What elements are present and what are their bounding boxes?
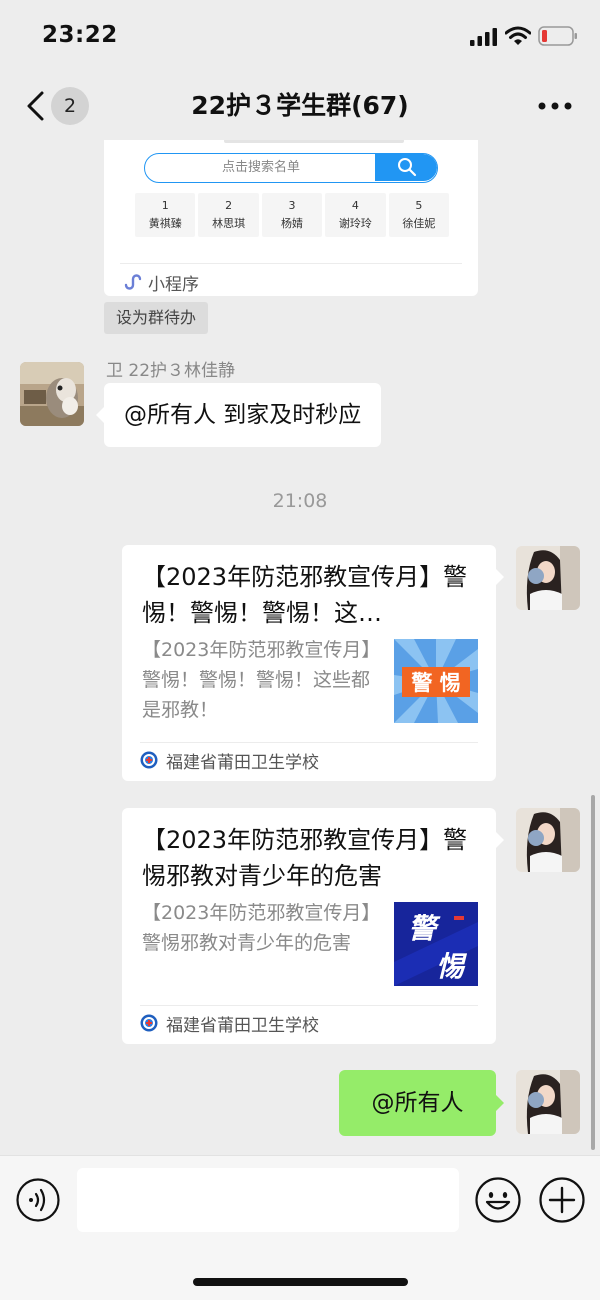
article-title: 【2023年防范邪教宣传月】警惕！警惕！警惕！这…: [142, 563, 468, 627]
chat-title: 22护３学生群(67): [191, 91, 409, 120]
article-thumbnail: 警 惕: [394, 902, 478, 986]
school-logo-icon: [140, 1014, 158, 1032]
article-card[interactable]: 【2023年防范邪教宣传月】警惕邪教对青少年的危害 【2023年防范邪教宣传月】…: [122, 808, 504, 1044]
article-source-name: 福建省莆田卫生学校: [166, 752, 319, 773]
article-card[interactable]: 【2023年防范邪教宣传月】警惕！警惕！警惕！这… 【2023年防范邪教宣传月】…: [122, 545, 504, 781]
mini-program-card[interactable]: 点击搜索名单 1 黄祺臻 2 林思琪 3 杨婧 4 谢玲玲 5 徐佳妮 小程序: [104, 140, 478, 296]
status-time: 23:22: [42, 22, 118, 48]
emoji-icon[interactable]: [475, 1177, 521, 1223]
article-source: 福建省莆田卫生学校: [140, 1010, 319, 1036]
article-source-name: 福建省莆田卫生学校: [166, 1015, 319, 1036]
article-source: 福建省莆田卫生学校: [140, 747, 319, 773]
article-description: 【2023年防范邪教宣传月】警惕邪教对青少年的危害: [142, 902, 371, 954]
name-list-item[interactable]: 1 黄祺臻: [135, 193, 196, 237]
voice-input-icon[interactable]: [16, 1178, 60, 1222]
home-indicator[interactable]: [193, 1278, 408, 1286]
mini-program-name-list: 1 黄祺臻 2 林思琪 3 杨婧 4 谢玲玲 5 徐佳妮: [135, 193, 450, 237]
name-list-name: 谢玲玲: [338, 217, 372, 230]
name-list-item[interactable]: 4 谢玲玲: [325, 193, 386, 237]
chat-scrollbar[interactable]: [591, 795, 595, 1150]
sender-avatar[interactable]: [20, 362, 84, 426]
mini-program-search-button[interactable]: [375, 154, 437, 181]
mini-program-label: 小程序: [148, 274, 199, 295]
article-thumbnail: 警 惕: [394, 639, 478, 723]
status-bar: 23:22: [0, 0, 600, 72]
search-icon: [398, 158, 417, 177]
battery-low-icon: [538, 26, 577, 46]
chat-message-list[interactable]: 点击搜索名单 1 黄祺臻 2 林思琪 3 杨婧 4 谢玲玲 5 徐佳妮 小程序 …: [0, 140, 600, 1155]
my-avatar[interactable]: [516, 1070, 580, 1134]
time-divider: 21:08: [272, 490, 328, 512]
name-list-name: 林思琪: [212, 217, 246, 230]
article-description: 【2023年防范邪教宣传月】警惕！警惕！警惕！这些都是邪教！: [142, 639, 371, 721]
divider: [120, 263, 462, 264]
set-group-todo-button[interactable]: 设为群待办: [104, 302, 209, 334]
name-list-name: 杨婧: [281, 217, 304, 230]
name-list-index: 4: [351, 199, 359, 212]
name-list-index: 5: [415, 199, 423, 212]
mini-program-icon: [124, 274, 142, 290]
incoming-message-bubble[interactable]: @所有人 到家及时秒应: [95, 383, 382, 447]
divider: [140, 742, 478, 743]
message-input-bar: [0, 1155, 600, 1300]
message-input[interactable]: [77, 1168, 459, 1232]
divider: [140, 1005, 478, 1006]
my-avatar[interactable]: [516, 808, 580, 872]
my-avatar[interactable]: [516, 546, 580, 610]
name-list-item[interactable]: 5 徐佳妮: [388, 193, 450, 237]
thumbnail-text: 警 惕: [410, 671, 460, 695]
mini-program-search-bar[interactable]: 点击搜索名单: [144, 153, 438, 183]
plus-icon[interactable]: [539, 1177, 585, 1223]
mini-program-footer: 小程序: [122, 270, 199, 295]
mini-program-header-faded: [224, 140, 404, 143]
name-list-item[interactable]: 3 杨婧: [261, 193, 323, 237]
name-list-name: 黄祺臻: [148, 217, 182, 230]
mini-program-search-placeholder: 点击搜索名单: [221, 160, 300, 175]
chat-header: 2 22护３学生群(67): [0, 72, 600, 140]
article-title: 【2023年防范邪教宣传月】警惕邪教对青少年的危害: [142, 826, 468, 890]
thumbnail-text: 惕: [436, 950, 468, 983]
name-list-index: 1: [161, 199, 169, 212]
wifi-icon: [505, 26, 531, 45]
name-list-index: 2: [225, 199, 233, 212]
school-logo-icon: [140, 751, 158, 769]
more-options-icon[interactable]: [538, 102, 572, 110]
name-list-item[interactable]: 2 林思琪: [198, 193, 259, 237]
name-list-index: 3: [288, 199, 296, 212]
name-list-name: 徐佳妮: [402, 217, 436, 230]
cellular-signal-icon: [470, 28, 497, 46]
outgoing-message-bubble[interactable]: @所有人: [339, 1070, 504, 1136]
sender-name: 卫 22护３林佳静: [106, 361, 236, 381]
